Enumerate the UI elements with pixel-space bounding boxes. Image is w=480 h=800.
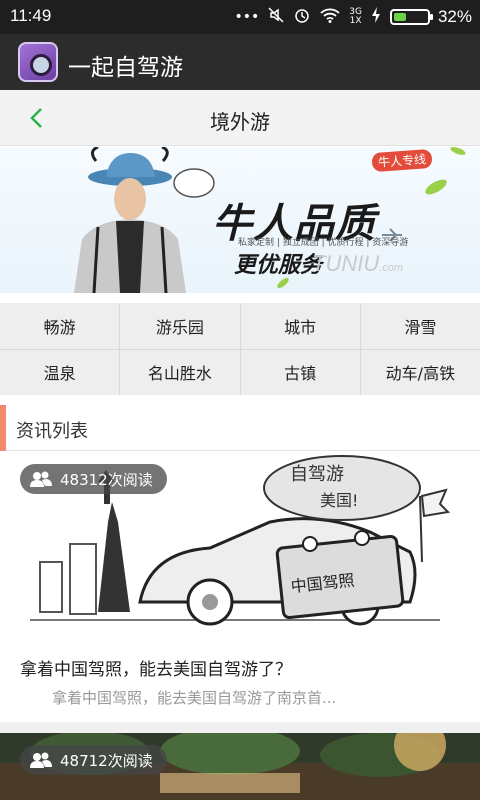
news-summary: 拿着中国驾照，能去美国自驾游了南京首... xyxy=(52,689,337,707)
news-image-text-selfdrive: 自驾游 xyxy=(290,464,344,485)
section-header: 资讯列表 xyxy=(0,405,480,451)
list-divider xyxy=(0,722,480,733)
section-title: 资讯列表 xyxy=(16,421,88,442)
users-icon xyxy=(30,752,52,768)
read-count: 48712次阅读 xyxy=(60,751,153,770)
banner-brand: TUNIU.com xyxy=(312,251,404,276)
category-skiing[interactable]: 滑雪 xyxy=(360,303,480,349)
read-count: 48312次阅读 xyxy=(60,470,153,489)
news-item[interactable]: 中国驾照 自驾游 美国! 48312次阅读 拿着中国驾照，能去美国自驾游了？ 拿… xyxy=(0,452,480,722)
category-train[interactable]: 动车/高铁 xyxy=(360,349,480,395)
read-count-badge: 48312次阅读 xyxy=(20,464,167,494)
battery-icon xyxy=(389,9,433,25)
category-grid: 畅游 游乐园 城市 滑雪 温泉 名山胜水 古镇 动车/高铁 xyxy=(0,303,480,395)
read-count-badge: 48712次阅读 xyxy=(20,745,167,775)
category-changyou[interactable]: 畅游 xyxy=(0,303,120,349)
category-ancient-town[interactable]: 古镇 xyxy=(240,349,360,395)
status-icons: ••• 3G 1X 32% xyxy=(234,4,472,30)
wifi-icon xyxy=(319,6,341,28)
more-dots-icon: ••• xyxy=(234,9,260,25)
banner-slogan-secondary: 更优服务 xyxy=(234,253,323,278)
news-title[interactable]: 拿着中国驾照，能去美国自驾游了？ xyxy=(20,655,292,680)
page-header: 境外游 xyxy=(0,90,480,146)
category-hot-spring[interactable]: 温泉 xyxy=(0,349,120,395)
news-image-text-usa: 美国! xyxy=(320,491,358,510)
app-logo-icon[interactable] xyxy=(18,42,58,82)
promo-banner[interactable]: 牛人专线 牛人品质 私家定制 | 独立成团 | 优质行程 | 资深导游 更优服务… xyxy=(0,147,480,293)
mute-icon xyxy=(267,6,285,28)
users-icon xyxy=(30,471,52,487)
page-title: 境外游 xyxy=(210,110,270,134)
category-city[interactable]: 城市 xyxy=(240,303,360,349)
news-item[interactable]: 48712次阅读 xyxy=(0,733,480,800)
status-time: 11:49 xyxy=(10,6,52,25)
status-bar: 11:49 ••• 3G 1X 32% xyxy=(0,0,480,34)
app-title: 一起自驾游 xyxy=(68,55,183,81)
app-bar: 一起自驾游 xyxy=(0,34,480,90)
battery-percent: 32% xyxy=(437,7,472,26)
category-mountains[interactable]: 名山胜水 xyxy=(120,349,240,395)
alarm-icon xyxy=(293,6,311,28)
signal-icon: 3G 1X xyxy=(349,7,362,26)
category-amusement-park[interactable]: 游乐园 xyxy=(120,303,240,349)
section-accent-bar xyxy=(0,405,6,451)
charging-icon xyxy=(370,6,382,28)
